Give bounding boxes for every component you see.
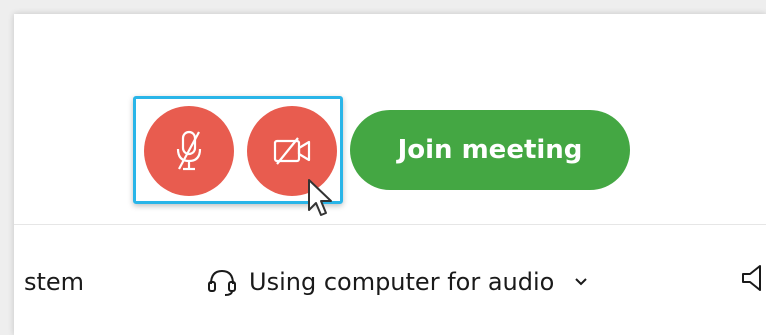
chevron-down-icon [574, 277, 588, 287]
audio-connection-dropdown[interactable]: Using computer for audio [207, 262, 588, 302]
audio-label: Using computer for audio [249, 268, 555, 296]
speaker-icon [742, 265, 761, 291]
video-off-icon [273, 137, 311, 165]
headset-icon [208, 269, 236, 296]
divider [14, 224, 766, 225]
join-meeting-button[interactable]: Join meeting [350, 110, 630, 190]
partial-system-label: stem [24, 268, 85, 296]
microphone-off-icon [176, 130, 202, 171]
speaker-button[interactable] [740, 262, 762, 298]
mute-button[interactable] [144, 106, 234, 196]
mouse-cursor-icon [306, 178, 336, 224]
